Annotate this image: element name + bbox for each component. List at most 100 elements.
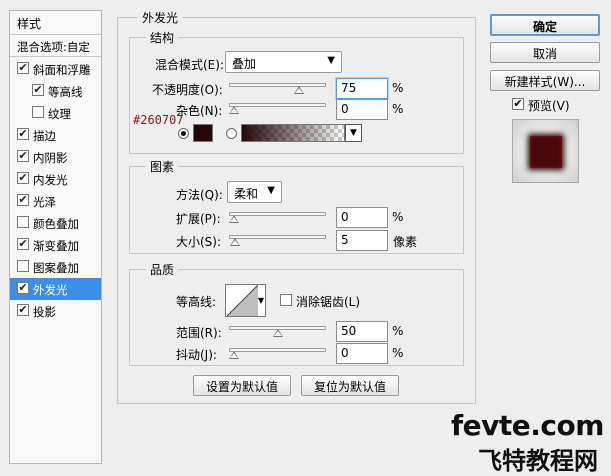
- color-radio[interactable]: [178, 128, 189, 139]
- size-input[interactable]: 5: [336, 230, 388, 251]
- style-item-checkbox[interactable]: ✔: [17, 128, 29, 140]
- style-item[interactable]: ✔ 等高线: [10, 80, 101, 102]
- blend-mode-label: 混合模式(E):: [155, 58, 224, 72]
- opacity-label: 不透明度(O):: [152, 83, 223, 97]
- chevron-down-icon: ▼: [350, 128, 357, 138]
- contour-linear-icon: [227, 285, 258, 316]
- antialias-label: 消除锯齿(L): [296, 295, 361, 309]
- style-item[interactable]: ✔ 渐变叠加: [10, 234, 101, 256]
- spread-input[interactable]: 0: [336, 207, 388, 228]
- reset-default-button[interactable]: 复位为默认值: [301, 375, 399, 396]
- watermark-subtext: 飞特教程网: [478, 447, 598, 475]
- style-item-label: 外发光: [33, 283, 68, 297]
- blend-options-item[interactable]: 混合选项:自定: [10, 35, 101, 57]
- gradient-dropdown[interactable]: ▼: [345, 124, 362, 142]
- size-label: 大小(S):: [176, 235, 222, 249]
- chevron-down-icon: ▼: [267, 185, 275, 196]
- contour-label: 等高线:: [176, 295, 217, 309]
- outer-glow-title: 外发光: [138, 9, 183, 26]
- preview-label: 预览(V): [528, 99, 570, 113]
- style-item-label: 描边: [33, 129, 56, 143]
- noise-slider[interactable]: [229, 103, 326, 107]
- blend-mode-select[interactable]: 叠加 ▼: [225, 51, 342, 73]
- jitter-percent: %: [392, 346, 404, 360]
- spread-label: 扩展(P):: [176, 212, 221, 226]
- gradient-radio[interactable]: [226, 128, 237, 139]
- style-item-label: 颜色叠加: [33, 217, 79, 231]
- preview-swatch: [530, 136, 562, 168]
- style-item-checkbox[interactable]: ✔: [17, 150, 29, 162]
- glow-color-swatch[interactable]: [193, 124, 213, 142]
- technique-select[interactable]: 柔和 ▼: [227, 181, 282, 203]
- style-item[interactable]: ✔ 内阴影: [10, 146, 101, 168]
- structure-title: 结构: [146, 29, 179, 46]
- style-item[interactable]: ✔ 光泽: [10, 190, 101, 212]
- preview-checkbox[interactable]: ✔: [512, 98, 524, 110]
- elements-title: 图素: [146, 158, 179, 175]
- style-item-label: 投影: [33, 305, 56, 319]
- opacity-input[interactable]: 75: [336, 78, 388, 99]
- spread-slider-thumb[interactable]: [229, 215, 239, 223]
- make-default-button[interactable]: 设置为默认值: [193, 375, 291, 396]
- style-item[interactable]: ✔ 描边: [10, 124, 101, 146]
- style-item-checkbox[interactable]: ✔: [17, 282, 29, 294]
- style-item-checkbox[interactable]: ✔: [17, 172, 29, 184]
- style-item-label: 渐变叠加: [33, 239, 79, 253]
- technique-label: 方法(Q):: [176, 188, 223, 202]
- jitter-label: 抖动(J):: [176, 348, 217, 362]
- jitter-input[interactable]: 0: [336, 343, 388, 364]
- range-label: 范围(R):: [176, 326, 222, 340]
- chevron-down-icon: ▼: [257, 296, 264, 305]
- style-item-label: 斜面和浮雕: [33, 63, 91, 77]
- style-item[interactable]: ✔ 外发光: [10, 278, 101, 300]
- gradient-swatch[interactable]: [241, 124, 345, 142]
- jitter-slider-thumb[interactable]: [229, 351, 239, 359]
- style-item-label: 内阴影: [33, 151, 68, 165]
- watermark-text: fevte.com: [451, 409, 604, 442]
- style-item-label: 等高线: [48, 85, 83, 99]
- spread-percent: %: [392, 210, 404, 224]
- ok-button[interactable]: 确定: [490, 14, 600, 36]
- size-slider-thumb[interactable]: [230, 238, 240, 246]
- new-style-button[interactable]: 新建样式(W)...: [490, 70, 600, 91]
- preview-thumbnail: [512, 119, 579, 183]
- chevron-down-icon: ▼: [327, 55, 335, 66]
- opacity-slider-thumb[interactable]: [294, 86, 305, 94]
- style-item-label: 内发光: [33, 173, 68, 187]
- style-item-label: 光泽: [33, 195, 56, 209]
- style-item[interactable]: ✔ 内发光: [10, 168, 101, 190]
- noise-slider-thumb[interactable]: [229, 106, 239, 114]
- style-item[interactable]: ✔ 投影: [10, 300, 101, 322]
- contour-picker[interactable]: ▼: [225, 284, 266, 317]
- styles-panel: 样式 混合选项:自定 ✔ 斜面和浮雕 ✔ 等高线纹理 ✔ 描边 ✔ 内阴影 ✔ 内发光 ✔ 光泽颜色叠…: [9, 10, 102, 464]
- style-item-checkbox[interactable]: ✔: [17, 238, 29, 250]
- range-slider-thumb[interactable]: [272, 329, 283, 337]
- size-unit: 像素: [393, 235, 418, 249]
- style-item-checkbox[interactable]: [32, 106, 44, 118]
- spread-slider[interactable]: [229, 212, 326, 216]
- range-percent: %: [392, 324, 404, 338]
- size-slider[interactable]: [229, 235, 326, 239]
- style-item-checkbox[interactable]: ✔: [32, 84, 44, 96]
- range-input[interactable]: 50: [336, 321, 388, 342]
- jitter-slider[interactable]: [229, 348, 326, 352]
- style-item-checkbox[interactable]: ✔: [17, 304, 29, 316]
- quality-title: 品质: [146, 261, 179, 278]
- style-item-checkbox[interactable]: [17, 216, 29, 228]
- style-item[interactable]: ✔ 斜面和浮雕: [10, 58, 101, 80]
- style-item-checkbox[interactable]: ✔: [17, 194, 29, 206]
- style-item[interactable]: 颜色叠加: [10, 212, 101, 234]
- noise-percent: %: [392, 102, 404, 116]
- color-hex-label: #260707: [133, 113, 184, 127]
- cancel-button[interactable]: 取消: [490, 42, 600, 63]
- style-item-checkbox[interactable]: [17, 260, 29, 272]
- antialias-checkbox[interactable]: [280, 294, 292, 306]
- opacity-slider[interactable]: [229, 83, 326, 87]
- style-item-checkbox[interactable]: ✔: [17, 62, 29, 74]
- style-item[interactable]: 图案叠加: [10, 256, 101, 278]
- styles-header: 样式: [10, 11, 101, 35]
- blend-mode-value: 叠加: [232, 57, 257, 71]
- style-item[interactable]: 纹理: [10, 102, 101, 124]
- style-item-label: 纹理: [48, 107, 71, 121]
- noise-input[interactable]: 0: [336, 99, 388, 120]
